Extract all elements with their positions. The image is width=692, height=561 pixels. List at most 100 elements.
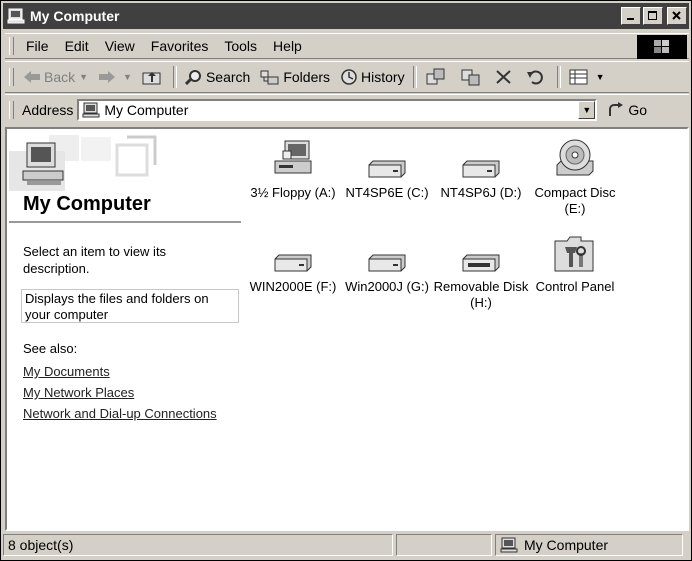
drive-g[interactable]: Win2000J (G:) (339, 229, 435, 295)
menu-favorites[interactable]: Favorites (143, 38, 217, 54)
drive-label: NT4SP6J (D:) (440, 185, 522, 200)
address-label: Address (22, 101, 74, 118)
views-icon (569, 69, 588, 85)
folders-button[interactable]: Folders (255, 64, 335, 90)
toolbar-separator (172, 66, 177, 88)
drive-label: Compact Disc (E:) (534, 185, 616, 216)
drive-d[interactable]: NT4SP6J (D:) (433, 135, 529, 201)
window-title: My Computer (30, 8, 120, 24)
go-button[interactable]: Go (607, 101, 648, 118)
search-label: Search (205, 69, 251, 85)
views-button[interactable]: ▼ (564, 64, 610, 90)
status-panel-empty (396, 534, 492, 556)
toolbar-separator (556, 66, 561, 88)
pane-title: My Computer (23, 193, 151, 215)
folders-icon (260, 70, 279, 85)
drive-c[interactable]: NT4SP6E (C:) (339, 135, 435, 201)
toolbar-grip[interactable] (9, 68, 14, 86)
control-panel-icon (554, 236, 594, 272)
back-dropdown-icon[interactable]: ▼ (79, 72, 88, 82)
drive-f[interactable]: WIN2000E (F:) (245, 229, 341, 295)
floppy-drive-icon (274, 140, 312, 174)
move-to-icon (426, 68, 445, 85)
go-label: Go (628, 101, 648, 118)
address-bar: Address My Computer ▼ Go (5, 94, 689, 124)
pane-divider (9, 221, 241, 223)
menu-tools[interactable]: Tools (216, 38, 265, 54)
drive-floppy-a[interactable]: 3½ Floppy (A:) (245, 135, 341, 201)
status-object-count: 8 object(s) (3, 534, 393, 556)
pane-description: Displays the files and folders on your c… (21, 289, 239, 323)
drive-removable-h[interactable]: Removable Disk (H:) (433, 229, 529, 311)
views-dropdown-icon[interactable]: ▼ (596, 72, 605, 82)
cd-drive-icon (556, 139, 594, 176)
address-value: My Computer (104, 101, 189, 118)
forward-button[interactable]: ▼ (93, 64, 137, 90)
search-icon (184, 70, 201, 85)
history-button[interactable]: History (335, 64, 410, 90)
menu-file[interactable]: File (18, 38, 57, 54)
back-label: Back (44, 69, 76, 85)
address-dropdown-button[interactable]: ▼ (578, 100, 596, 119)
search-button[interactable]: Search (180, 64, 255, 90)
maximize-icon (648, 11, 657, 20)
hard-drive-icon (462, 160, 500, 178)
copy-to-icon (461, 69, 480, 86)
standard-toolbar: Back ▼ ▼ Search Folders History ▼ (5, 61, 689, 93)
menu-help[interactable]: Help (265, 38, 310, 54)
windows-logo (637, 35, 687, 59)
my-computer-icon (500, 537, 518, 553)
title-bar[interactable]: My Computer (3, 3, 689, 29)
link-my-documents[interactable]: My Documents (23, 361, 217, 382)
back-button[interactable]: Back ▼ (18, 64, 93, 90)
my-computer-large-icon (22, 142, 64, 185)
link-my-network-places[interactable]: My Network Places (23, 382, 217, 403)
my-computer-icon (82, 102, 100, 117)
maximize-button[interactable] (643, 7, 663, 25)
chevron-down-icon: ▼ (582, 104, 592, 115)
hard-drive-icon (368, 254, 406, 272)
forward-arrow-icon (99, 71, 116, 83)
removable-disk-icon (462, 254, 500, 272)
move-to-button[interactable] (420, 64, 455, 90)
menu-bar: File Edit View Favorites Tools Help (5, 33, 689, 59)
folders-label: Folders (283, 69, 331, 85)
status-count-text: 8 object(s) (8, 537, 74, 553)
forward-dropdown-icon[interactable]: ▼ (123, 72, 132, 82)
delete-button[interactable] (490, 64, 521, 90)
back-arrow-icon (24, 71, 40, 83)
status-zone-text: My Computer (524, 537, 609, 553)
menu-edit[interactable]: Edit (57, 38, 97, 54)
menu-grip[interactable] (9, 37, 14, 55)
up-button[interactable] (137, 64, 170, 90)
up-folder-icon (142, 72, 161, 85)
drive-compact-disc-e[interactable]: Compact Disc (E:) (527, 135, 623, 217)
my-computer-icon (7, 8, 25, 24)
control-panel[interactable]: Control Panel (527, 229, 623, 295)
toolbar-separator (412, 66, 417, 88)
windows-flag-icon (654, 40, 669, 53)
minimize-button[interactable] (621, 7, 641, 25)
link-network-dialup[interactable]: Network and Dial-up Connections (23, 403, 217, 424)
drive-label: Removable Disk (H:) (433, 279, 529, 310)
address-grip[interactable] (9, 100, 14, 119)
copy-to-button[interactable] (455, 64, 490, 90)
hard-drive-icon (274, 254, 312, 272)
minimize-icon (627, 18, 634, 20)
drive-label: WIN2000E (F:) (249, 279, 337, 294)
undo-icon (526, 70, 543, 85)
close-button[interactable] (667, 7, 687, 25)
undo-button[interactable] (521, 64, 554, 90)
drive-label: Win2000J (G:) (345, 279, 429, 294)
pane-prompt: Select an item to view its description. (23, 244, 167, 276)
address-input[interactable]: My Computer ▼ (77, 98, 598, 121)
history-label: History (361, 69, 405, 85)
hard-drive-icon (368, 160, 406, 178)
drive-label: 3½ Floppy (A:) (250, 185, 336, 200)
see-also-links: My Documents My Network Places Network a… (23, 361, 217, 424)
menu-view[interactable]: View (97, 38, 143, 54)
delete-icon (495, 70, 511, 84)
history-icon (341, 69, 357, 85)
content-area: My Computer Select an item to view its d… (5, 127, 689, 531)
explorer-window: My Computer File Edit View Favorites Too… (0, 0, 692, 561)
